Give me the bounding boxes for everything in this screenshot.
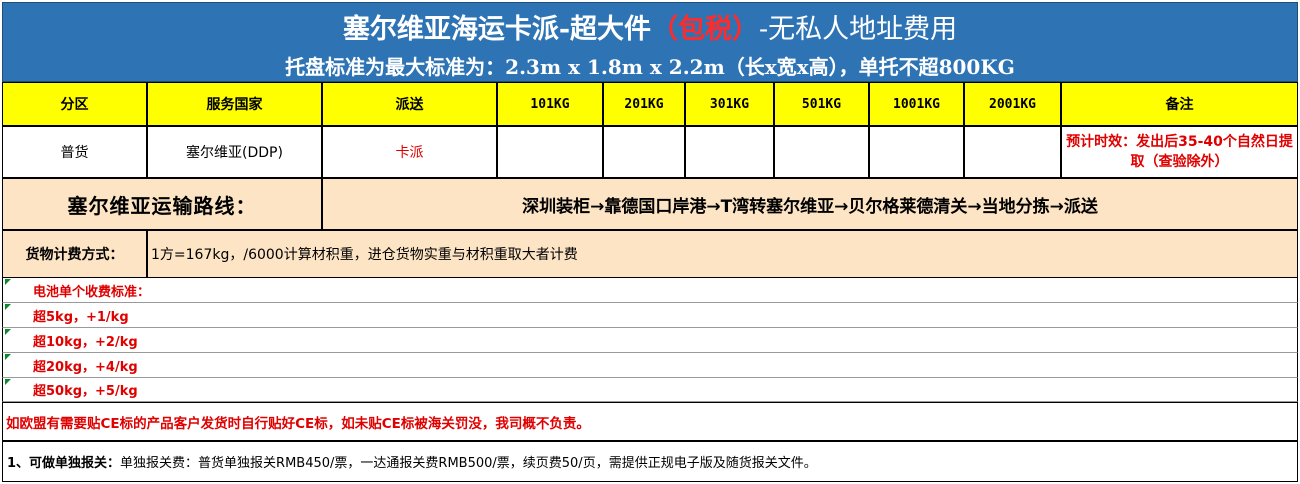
customs-label: 1、可做单独报关： (7, 456, 121, 471)
cell-delivery: 卡派 (322, 126, 497, 178)
customs-text: 单独报关费：普货单独报关RMB450/票，一达通报关费RMB500/票，续页费5… (120, 456, 817, 471)
cell-comment-marker-icon (5, 354, 11, 360)
cell-comment-marker-icon (5, 329, 11, 335)
cell-comment-marker-icon (5, 304, 11, 310)
header-remarks: 备注 (1061, 82, 1298, 126)
cell-comment-marker-icon (5, 279, 11, 285)
cell-country: 塞尔维亚(DDP) (147, 126, 322, 178)
customs-declaration: 1、可做单独报关： 单独报关费：普货单独报关RMB450/票，一达通报关费RMB5… (2, 441, 1298, 482)
route-text: 深圳装柜→靠德国口岸港→T湾转塞尔维亚→贝尔格莱德清关→当地分拣→派送 (322, 178, 1298, 230)
route-label: 塞尔维亚运输路线： (2, 178, 322, 230)
cell-price-1001kg (869, 126, 964, 178)
battery-line: 超50kg，+5/kg (2, 378, 1298, 402)
billing-text: 1方=167kg，/6000计算材积重，进仓货物实重与材积重取大者计费 (147, 230, 1298, 278)
title-main: 塞尔维亚海运卡派-超大件 (342, 14, 652, 45)
header-101kg: 101KG (497, 82, 603, 126)
battery-line-text: 超20kg，+4/kg (33, 359, 138, 375)
cell-transit-note: 预计时效：发出后35-40个自然日提取（查验除外） (1061, 126, 1298, 178)
battery-title: 电池单个收费标准： (2, 278, 1298, 303)
battery-line-text: 超50kg，+5/kg (33, 384, 138, 399)
header-delivery: 派送 (322, 82, 497, 126)
cell-zone: 普货 (2, 126, 147, 178)
quote-sheet: 塞尔维亚海运卡派-超大件（包税）-无私人地址费用 托盘标准为最大标准为：2.3m… (0, 0, 1300, 484)
header-1001kg: 1001KG (869, 82, 964, 126)
header-service-country: 服务国家 (147, 82, 322, 126)
billing-label: 货物计费方式： (2, 230, 147, 278)
title-banner: 塞尔维亚海运卡派-超大件（包税）-无私人地址费用 托盘标准为最大标准为：2.3m… (2, 2, 1298, 82)
ce-mark-notice: 如欧盟有需要贴CE标的产品客户发货时自行贴好CE标，如未贴CE标被海关罚没，我司… (2, 402, 1298, 441)
title-tax-included: （包税） (651, 14, 760, 45)
battery-title-text: 电池单个收费标准： (33, 284, 151, 300)
header-301kg: 301KG (685, 82, 774, 126)
battery-line: 超10kg，+2/kg (2, 328, 1298, 353)
cell-price-501kg (774, 126, 869, 178)
cell-price-101kg (497, 126, 603, 178)
title-tail: -无私人地址费用 (759, 14, 958, 45)
pallet-standard-subtitle: 托盘标准为最大标准为：2.3m x 1.8m x 2.2m（长x宽x高），单托不… (285, 55, 1015, 79)
header-2001kg: 2001KG (964, 82, 1061, 126)
page-title: 塞尔维亚海运卡派-超大件（包税）-无私人地址费用 (3, 7, 1297, 46)
battery-line-text: 超10kg，+2/kg (33, 334, 138, 350)
cell-price-2001kg (964, 126, 1061, 178)
header-501kg: 501KG (774, 82, 869, 126)
battery-line-text: 超5kg，+1/kg (33, 309, 129, 325)
battery-line: 超20kg，+4/kg (2, 353, 1298, 378)
header-201kg: 201KG (603, 82, 685, 126)
cell-price-301kg (685, 126, 774, 178)
cell-price-201kg (603, 126, 685, 178)
cell-comment-marker-icon (5, 379, 11, 385)
header-zone: 分区 (2, 82, 147, 126)
battery-line: 超5kg，+1/kg (2, 303, 1298, 328)
